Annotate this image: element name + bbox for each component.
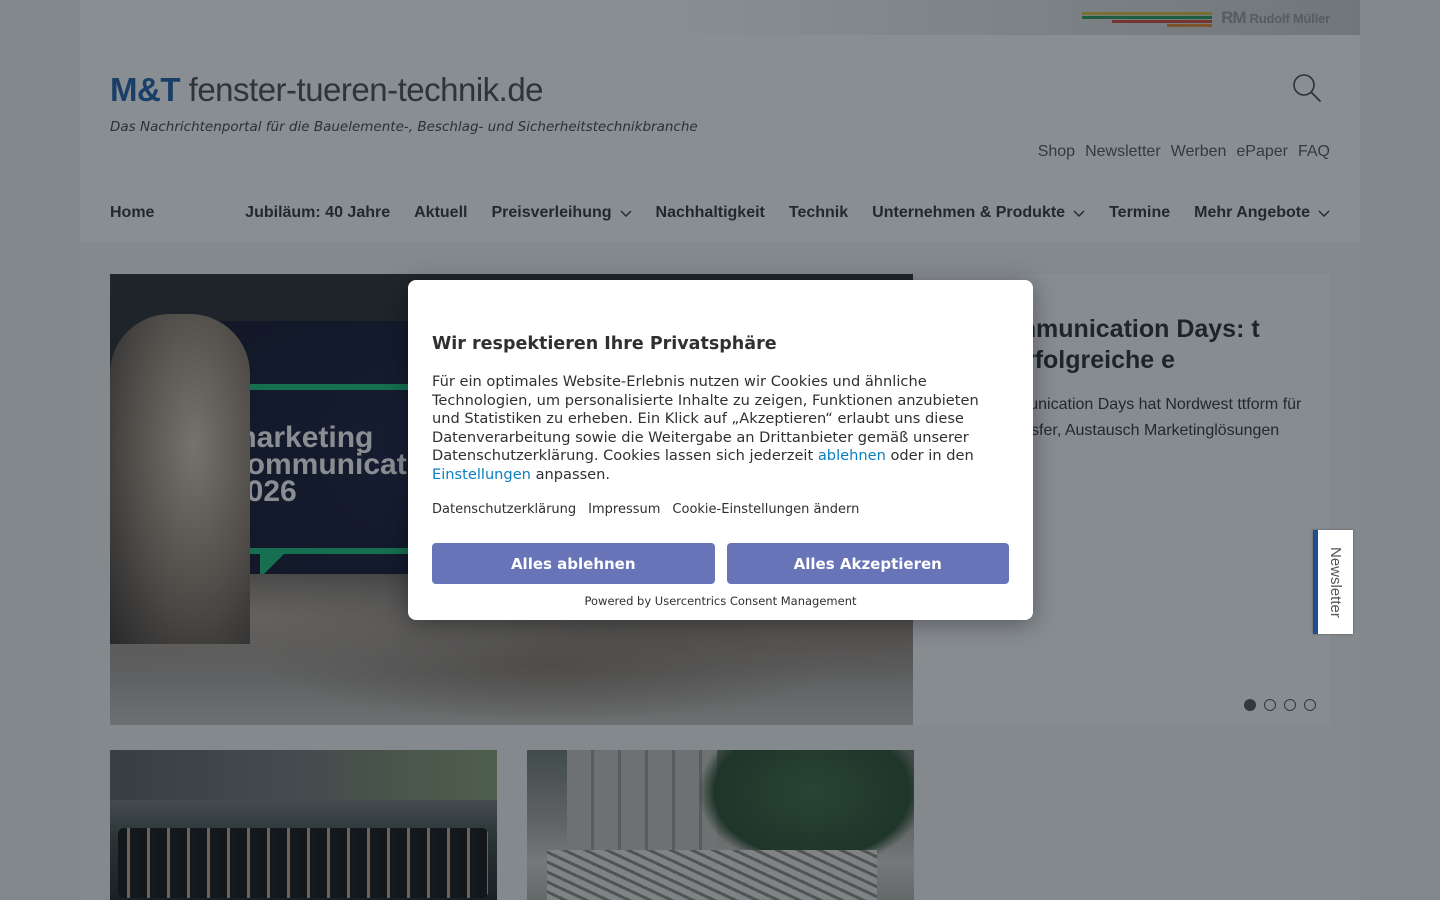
accept-all-button[interactable]: Alles Akzeptieren <box>726 543 1009 584</box>
newsletter-side-tab[interactable]: Newsletter <box>1313 530 1353 634</box>
consent-link-reject[interactable]: ablehnen <box>818 447 886 464</box>
consent-link-cookie-settings[interactable]: Cookie-Einstellungen ändern <box>672 502 859 517</box>
consent-footer-links: Datenschutzerklärung Impressum Cookie-Ei… <box>432 502 859 517</box>
consent-text: oder in den <box>885 447 974 465</box>
reject-all-button[interactable]: Alles ablehnen <box>432 543 715 584</box>
newsletter-tab-label: Newsletter <box>1327 546 1344 618</box>
consent-link-privacy[interactable]: Datenschutzerklärung <box>432 502 576 517</box>
cookie-consent-dialog: Wir respektieren Ihre Privatsphäre Für e… <box>408 280 1033 620</box>
consent-link-imprint[interactable]: Impressum <box>588 502 660 517</box>
consent-text: anpassen. <box>530 465 611 483</box>
consent-powered-by: Powered by Usercentrics Consent Manageme… <box>584 594 857 608</box>
consent-body: Für ein optimales Website-Erlebnis nutze… <box>432 373 1010 485</box>
consent-buttons: Alles ablehnen Alles Akzeptieren <box>432 543 1009 584</box>
consent-link-settings[interactable]: Einstellungen <box>432 466 531 483</box>
consent-title: Wir respektieren Ihre Privatsphäre <box>432 334 777 354</box>
